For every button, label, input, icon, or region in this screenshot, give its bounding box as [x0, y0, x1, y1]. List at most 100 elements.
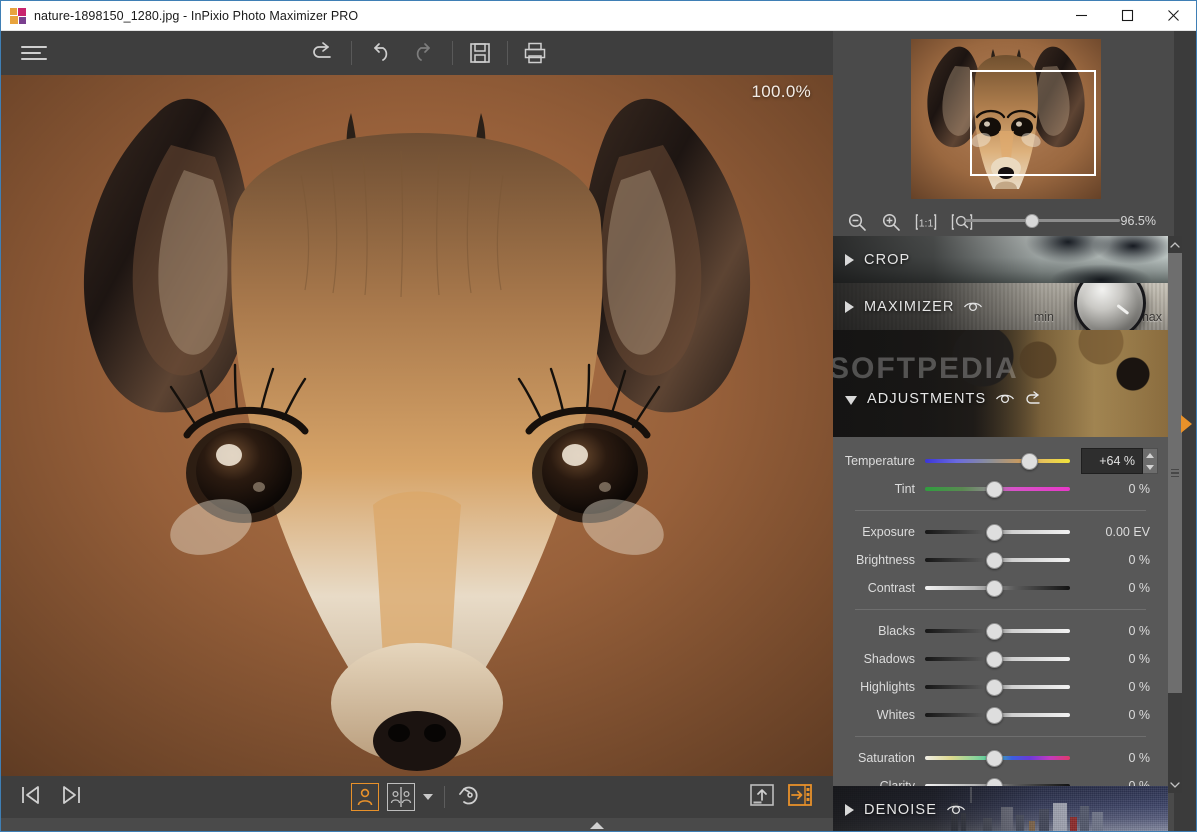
slider-label: Highlights: [860, 680, 915, 694]
blacks-value: 0 %: [1128, 624, 1150, 638]
main-photo: [1, 75, 833, 776]
shadows-value: 0 %: [1128, 652, 1150, 666]
saturation-slider-track[interactable]: [925, 749, 1070, 767]
temperature-slider-knob[interactable]: [1020, 452, 1038, 470]
section-maximizer[interactable]: min max MAXIMIZER: [833, 283, 1168, 330]
chevron-right-icon[interactable]: [845, 300, 854, 313]
blacks-slider-knob[interactable]: [986, 622, 1004, 640]
slider-label: Shadows: [863, 652, 915, 666]
scrollbar-up-button[interactable]: [1168, 236, 1182, 253]
maximize-button[interactable]: [1104, 1, 1150, 31]
shadows-slider-track[interactable]: [925, 650, 1070, 668]
status-bar: [1, 818, 833, 831]
section-adjustments-label: ADJUSTMENTS: [867, 391, 987, 407]
zoom-in-icon: [882, 213, 900, 231]
section-crop[interactable]: CROP: [833, 236, 1168, 283]
title-bar: nature-1898150_1280.jpg - InPixio Photo …: [1, 1, 1196, 31]
slider-row: Highlights 0 %: [833, 673, 1168, 701]
contrast-slider-track[interactable]: [925, 579, 1070, 597]
export-button[interactable]: [787, 782, 813, 813]
redo-button[interactable]: [402, 33, 448, 73]
saturation-slider-knob[interactable]: [986, 749, 1004, 767]
stepper-up-icon[interactable]: [1146, 452, 1154, 458]
split-view-button[interactable]: [386, 783, 415, 811]
rotate-icon: [458, 786, 477, 804]
scrollbar-down-button[interactable]: [1168, 776, 1182, 793]
reset-button[interactable]: [301, 33, 347, 73]
highlights-slider-knob[interactable]: [986, 678, 1004, 696]
brightness-slider-track[interactable]: [925, 551, 1070, 569]
eye-icon[interactable]: [946, 803, 966, 817]
exposure-slider-track[interactable]: [925, 523, 1070, 541]
maximizer-knob[interactable]: [1074, 283, 1146, 330]
brightness-slider-knob[interactable]: [986, 551, 1004, 569]
window-controls: [1058, 1, 1196, 31]
toolbar-divider: [351, 41, 352, 65]
rotate-button[interactable]: [456, 781, 484, 814]
fit-to-window-button[interactable]: [951, 212, 973, 232]
close-button[interactable]: [1150, 1, 1196, 31]
navigator-viewport-rect[interactable]: [970, 70, 1096, 176]
redo-icon: [416, 43, 430, 61]
minimize-button[interactable]: [1058, 1, 1104, 31]
panel-expander-icon[interactable]: [1181, 415, 1192, 433]
tint-slider-track[interactable]: [925, 480, 1070, 498]
slider-row: Tint 0 %: [833, 475, 1168, 503]
zoom-in-button[interactable]: [881, 212, 901, 232]
first-image-button[interactable]: [19, 783, 43, 812]
stepper-down-icon[interactable]: [1146, 464, 1154, 470]
chevron-down-icon[interactable]: [845, 396, 857, 405]
slider-label: Brightness: [855, 553, 915, 567]
save-button[interactable]: [457, 33, 503, 73]
reset-section-icon[interactable]: [1024, 390, 1044, 408]
chevron-right-icon[interactable]: [845, 803, 854, 816]
navigator-zoom-slider[interactable]: [965, 213, 1120, 228]
share-upload-icon: [750, 783, 774, 806]
chevron-down-icon[interactable]: [422, 794, 433, 800]
group-divider: [855, 510, 1146, 511]
contrast-slider-knob[interactable]: [986, 579, 1004, 597]
exposure-slider-knob[interactable]: [986, 523, 1004, 541]
tint-slider-knob[interactable]: [986, 480, 1004, 498]
eye-icon[interactable]: [995, 392, 1015, 406]
undo-icon: [374, 43, 388, 61]
slider-label: Blacks: [878, 624, 915, 638]
first-image-icon: [22, 785, 39, 804]
expand-filmstrip-icon[interactable]: [590, 822, 604, 829]
svg-text:1:1: 1:1: [919, 218, 934, 230]
right-panel: 1:1 96.5% CROP min max MAXIMIZER SOFTPED…: [833, 31, 1196, 831]
panel-scrollbar[interactable]: [1168, 236, 1182, 793]
temperature-stepper[interactable]: [1143, 448, 1158, 474]
zoom-out-button[interactable]: [847, 212, 867, 232]
next-image-icon: [63, 785, 80, 804]
highlights-slider-track[interactable]: [925, 678, 1070, 696]
navigator-zoom-slider-knob[interactable]: [1025, 213, 1039, 228]
canvas-zoom-label: 100.0%: [751, 82, 811, 101]
chevron-right-icon[interactable]: [845, 253, 854, 266]
section-adjustments[interactable]: SOFTPEDIA ADJUSTMENTS: [833, 330, 1168, 437]
adjustments-section-background: [833, 330, 1168, 437]
saturation-value: 0 %: [1128, 751, 1150, 765]
navigator-toolbar: 1:1 96.5%: [833, 207, 1174, 237]
whites-slider-track[interactable]: [925, 706, 1070, 724]
menu-icon[interactable]: [21, 43, 49, 63]
shadows-slider-knob[interactable]: [986, 650, 1004, 668]
single-view-button[interactable]: [350, 783, 379, 811]
undo-button[interactable]: [356, 33, 402, 73]
section-denoise[interactable]: DENOISE: [833, 786, 1168, 831]
toolbar-divider: [452, 41, 453, 65]
print-button[interactable]: [512, 33, 558, 73]
eye-icon[interactable]: [963, 300, 983, 314]
actual-size-button[interactable]: 1:1: [915, 212, 937, 232]
next-image-button[interactable]: [59, 783, 83, 812]
temperature-value-field[interactable]: +64 %: [1081, 448, 1158, 474]
temperature-slider-track[interactable]: [925, 452, 1070, 470]
image-canvas[interactable]: 100.0%: [1, 75, 833, 776]
share-button[interactable]: [749, 782, 775, 813]
temperature-value[interactable]: +64 %: [1081, 448, 1143, 474]
slider-row: Blacks 0 %: [833, 617, 1168, 645]
scrollbar-thumb[interactable]: [1168, 253, 1182, 693]
whites-slider-knob[interactable]: [986, 706, 1004, 724]
navigator-thumbnail[interactable]: [911, 39, 1101, 199]
blacks-slider-track[interactable]: [925, 622, 1070, 640]
